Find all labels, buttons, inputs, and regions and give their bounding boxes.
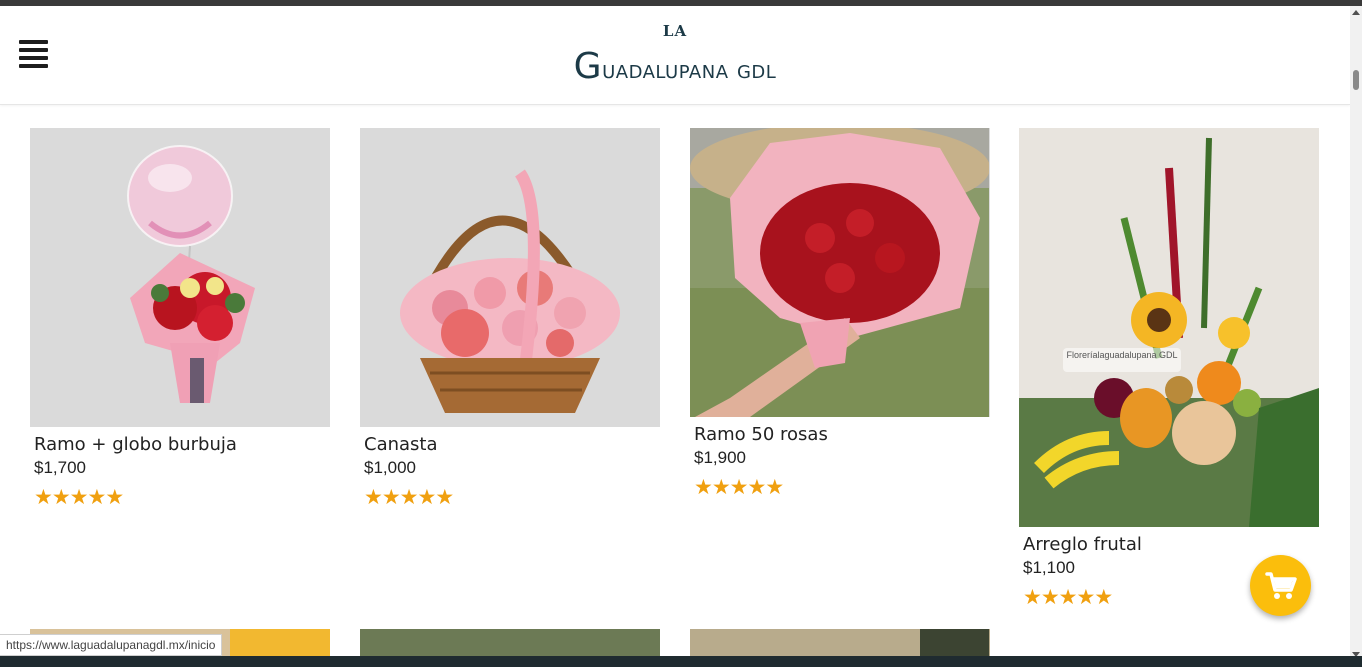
scrollbar-thumb[interactable] [1353, 70, 1359, 90]
star-icon: ★ [381, 486, 401, 509]
star-icon: ★ [417, 486, 436, 509]
logo-prefix[interactable]: LA [0, 22, 1350, 40]
star-icon: ★ [1023, 586, 1042, 609]
product-name[interactable]: Ramo 50 rosas [690, 424, 990, 448]
image-watermark: Floreríalaguadalupana GDL [1066, 350, 1177, 360]
star-icon: ★ [87, 486, 106, 509]
star-icon: ★ [765, 476, 784, 499]
star-icon: ★ [711, 476, 731, 499]
product-image-balloon-bouquet[interactable] [30, 128, 330, 427]
product-card[interactable]: Ramo 50 rosas $1,900 ★★★★★ [690, 128, 990, 500]
product-rating: ★★★★★ [690, 475, 990, 500]
product-image-fruit-arrangement[interactable]: Floreríalaguadalupana GDL [1019, 128, 1319, 527]
scroll-up-arrow-icon[interactable] [1352, 10, 1360, 15]
product-image-partial[interactable] [690, 629, 990, 659]
logo-text: uadalupana gdl [602, 55, 777, 84]
star-icon: ★ [1040, 586, 1060, 609]
product-image-50-roses[interactable] [690, 128, 990, 417]
star-icon: ★ [435, 486, 454, 509]
star-icon: ★ [729, 476, 749, 499]
product-name[interactable]: Ramo + globo burbuja [30, 434, 330, 458]
vertical-scrollbar[interactable] [1350, 6, 1362, 661]
product-rating: ★★★★★ [360, 485, 660, 510]
site-logo[interactable]: Guadalupana gdl [0, 46, 1350, 87]
product-image-partial[interactable] [360, 629, 660, 659]
product-price: $1,700 [34, 458, 86, 477]
star-icon: ★ [34, 486, 53, 509]
shopping-cart-icon[interactable] [1250, 555, 1311, 616]
logo-initial: G [573, 46, 603, 87]
site-header: LA Guadalupana gdl [0, 6, 1350, 105]
star-icon: ★ [364, 486, 383, 509]
product-price: $1,000 [364, 458, 416, 477]
product-card[interactable]: Canasta $1,000 ★★★★★ [360, 128, 660, 510]
star-icon: ★ [694, 476, 713, 499]
product-rating: ★★★★★ [30, 485, 330, 510]
os-taskbar [0, 656, 1362, 667]
product-card[interactable]: Floreríalaguadalupana GDL Arreglo frutal… [1019, 128, 1319, 610]
star-icon: ★ [51, 486, 71, 509]
star-icon: ★ [1058, 586, 1078, 609]
star-icon: ★ [747, 476, 766, 499]
product-image-flower-basket[interactable] [360, 128, 660, 427]
star-icon: ★ [1094, 586, 1113, 609]
star-icon: ★ [1076, 586, 1095, 609]
star-icon: ★ [105, 486, 124, 509]
star-icon: ★ [399, 486, 419, 509]
product-card[interactable]: Ramo + globo burbuja $1,700 ★★★★★ [30, 128, 330, 510]
status-bar-url: https://www.laguadalupanagdl.mx/inicio [0, 634, 223, 656]
product-price: $1,900 [694, 448, 746, 467]
star-icon: ★ [69, 486, 89, 509]
product-name[interactable]: Canasta [360, 434, 660, 458]
